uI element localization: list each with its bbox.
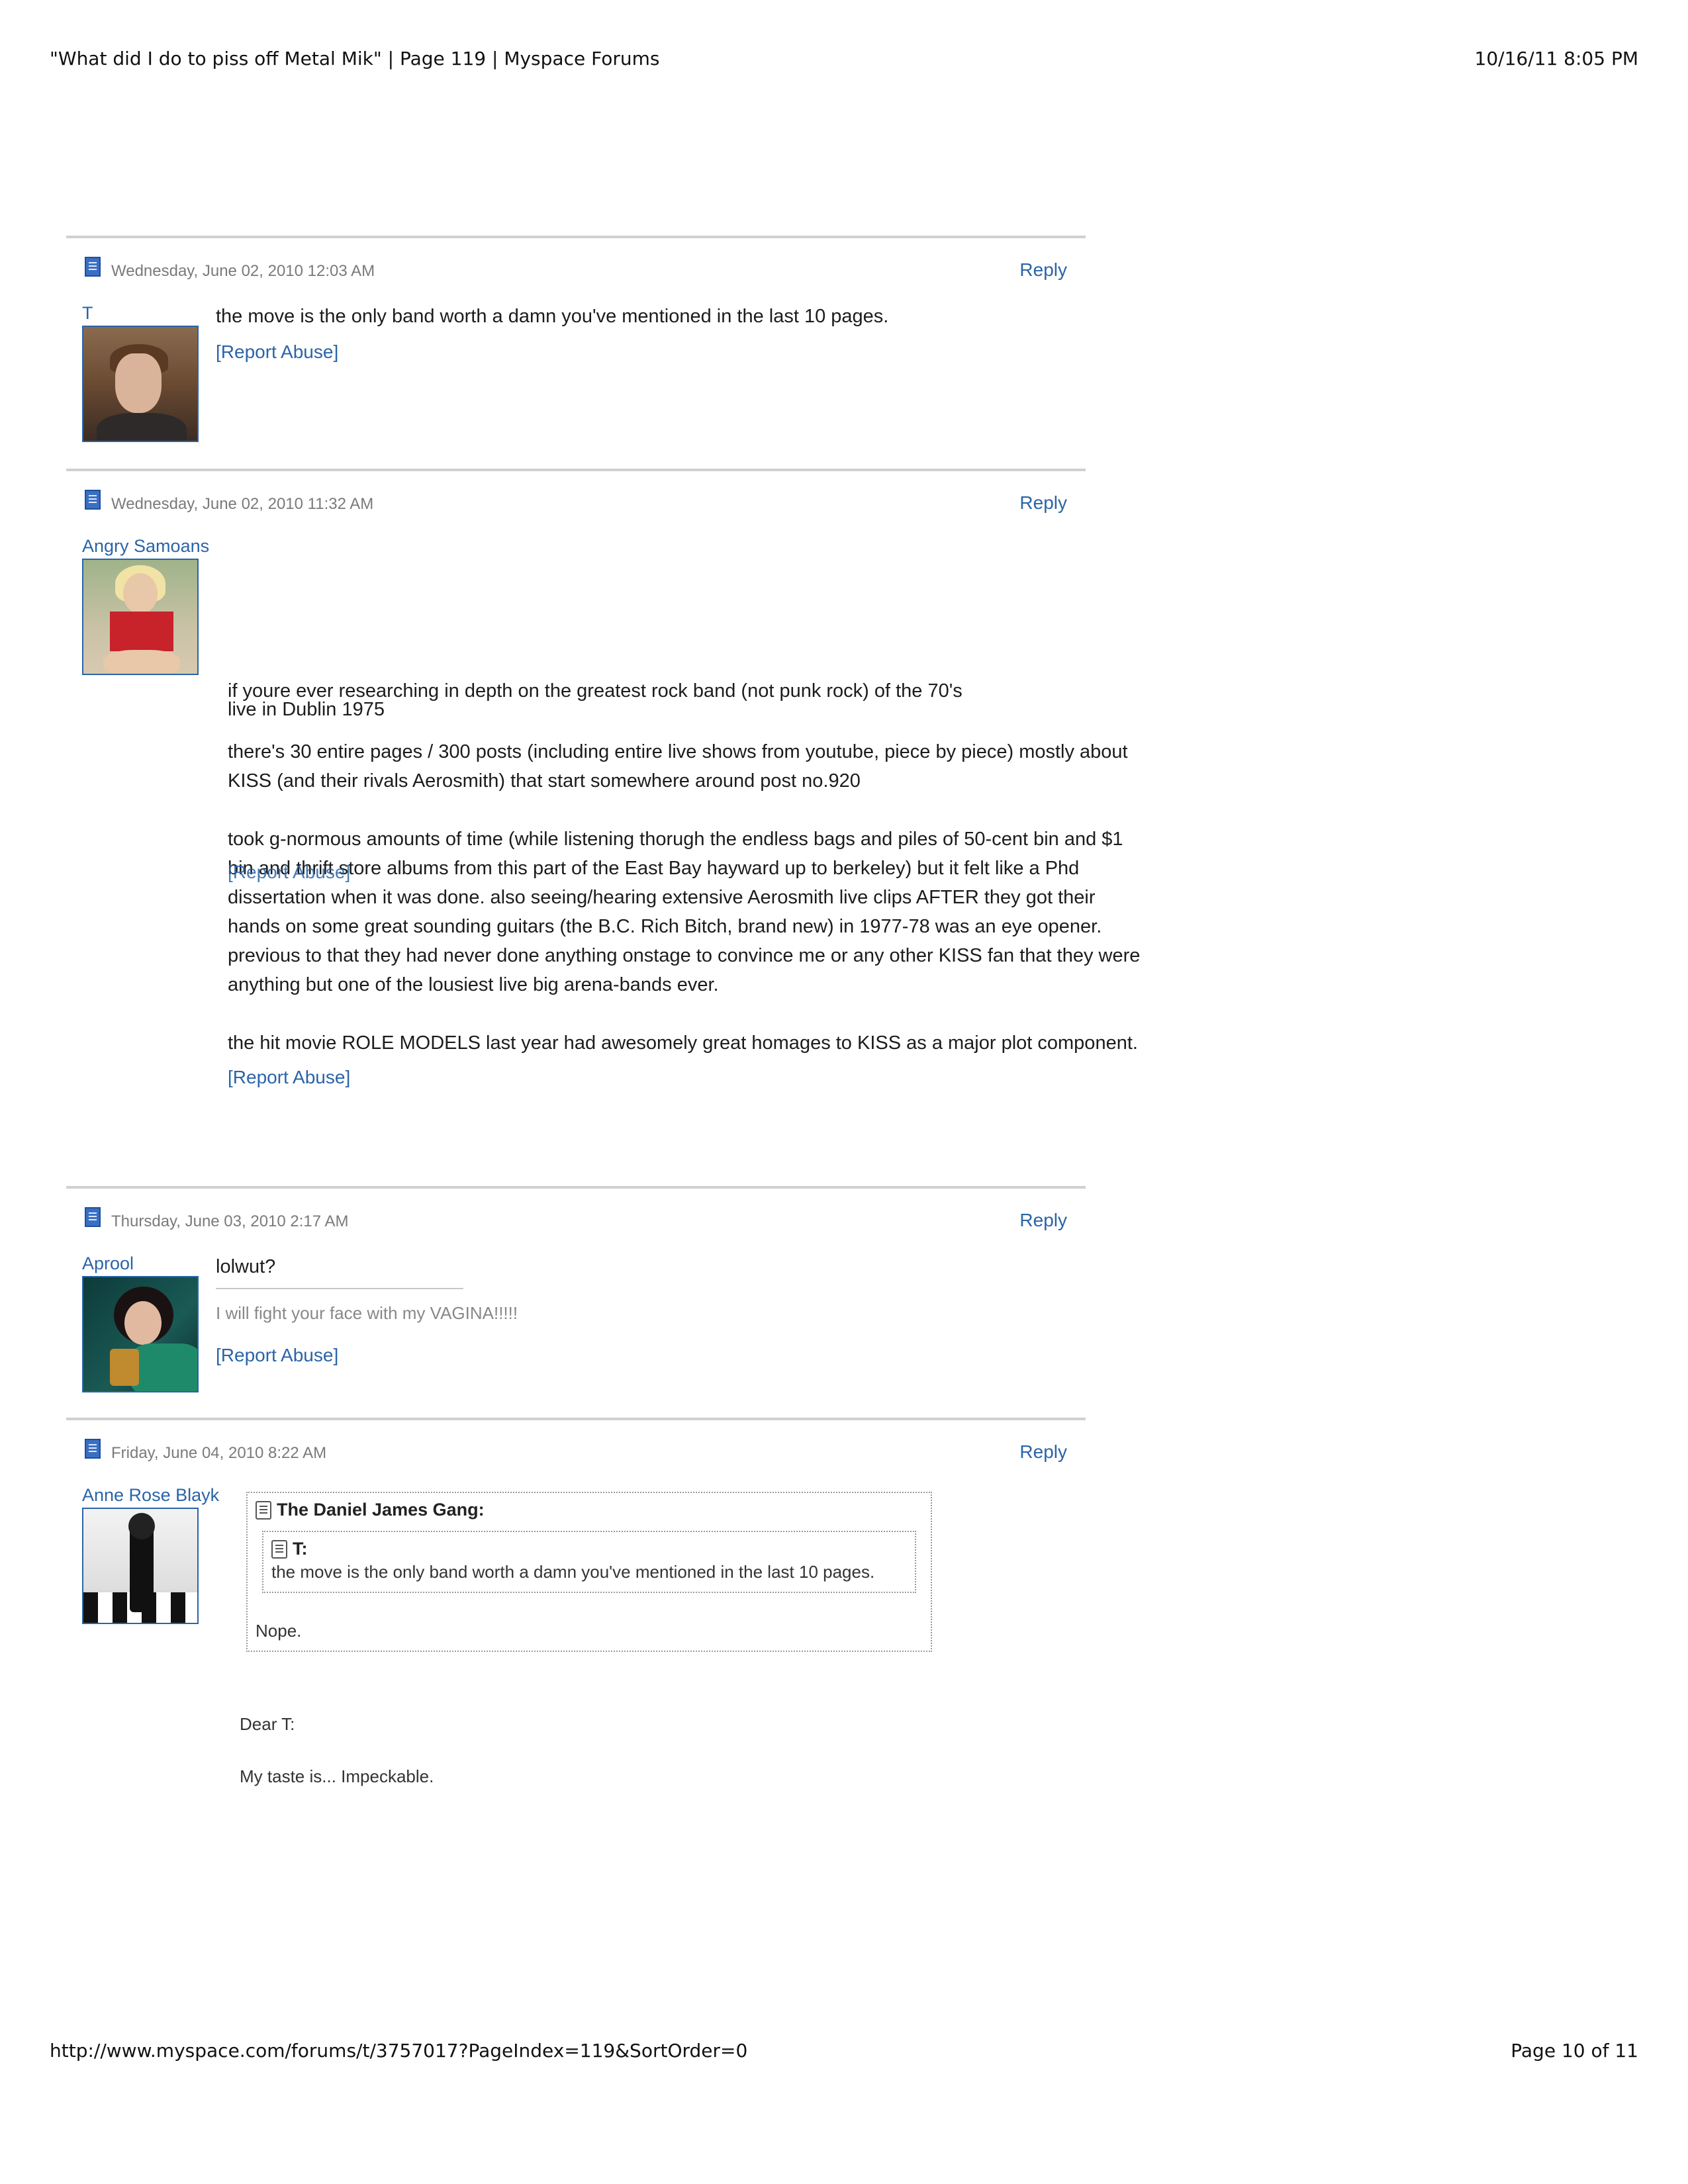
post-header: Wednesday, June 02, 2010 12:03 AM Reply xyxy=(66,238,1086,282)
quote-outer-author-row: The Daniel James Gang: xyxy=(256,1500,923,1520)
quote-icon xyxy=(256,1500,271,1520)
post-body: lolwut? I will fight your face with my V… xyxy=(216,1252,1070,1370)
post-text: the move is the only band worth a damn y… xyxy=(216,306,889,327)
print-header: "What did I do to piss off Metal Mik" | … xyxy=(50,48,1638,69)
quote-author: T: xyxy=(293,1539,308,1559)
report-abuse: [Report Abuse] xyxy=(228,1067,351,1087)
post-line: live in Dublin 1975 xyxy=(228,699,385,720)
report-abuse: [Report Abuse] xyxy=(216,1345,339,1365)
quote-text: the move is the only band worth a damn y… xyxy=(271,1562,875,1582)
post-document-icon xyxy=(85,1439,101,1459)
page-url: http://www.myspace.com/forums/t/3757017?… xyxy=(50,2040,748,2062)
post-document-icon xyxy=(85,257,101,277)
avatar[interactable] xyxy=(82,1276,199,1392)
quote-author: The Daniel James Gang: xyxy=(277,1500,485,1520)
post-paragraph: took g-normous amounts of time (while li… xyxy=(228,829,1141,995)
post-paragraph: the hit movie ROLE MODELS last year had … xyxy=(228,1032,1138,1054)
report-abuse-link[interactable]: Report Abuse xyxy=(233,862,346,882)
post-date: Wednesday, June 02, 2010 11:32 AM xyxy=(111,495,374,513)
post-date: Wednesday, June 02, 2010 12:03 AM xyxy=(111,262,375,280)
report-abuse-link[interactable]: Report Abuse xyxy=(233,1067,346,1087)
report-abuse-link[interactable]: Report Abuse xyxy=(221,1345,334,1365)
avatar[interactable] xyxy=(82,559,199,675)
post-body: if youre ever researching in depth on th… xyxy=(228,682,1141,1092)
author-name-link[interactable]: Angry Samoans xyxy=(82,535,209,557)
forum-post: Thursday, June 03, 2010 2:17 AM Reply Ap… xyxy=(66,1186,1086,1418)
quote-icon xyxy=(271,1539,287,1559)
post-header: Thursday, June 03, 2010 2:17 AM Reply xyxy=(66,1189,1086,1232)
quote-text: Nope. xyxy=(256,1621,302,1641)
quote-inner-author-row: T: xyxy=(271,1539,907,1559)
quote-inner: T: the move is the only band worth a dam… xyxy=(262,1531,916,1593)
post-line: Dear T: xyxy=(240,1714,295,1734)
reply-link[interactable]: Reply xyxy=(1019,492,1067,514)
forum-posts: Wednesday, June 02, 2010 12:03 AM Reply … xyxy=(66,236,1140,1857)
post-date: Friday, June 04, 2010 8:22 AM xyxy=(111,1444,327,1462)
forum-post: Wednesday, June 02, 2010 11:32 AM Reply … xyxy=(66,469,1140,1186)
print-datetime: 10/16/11 8:05 PM xyxy=(1474,48,1638,69)
author-name-link[interactable]: Aprool xyxy=(82,1252,199,1275)
post-body: the move is the only band worth a damn y… xyxy=(216,302,1070,367)
post-header: Friday, June 04, 2010 8:22 AM Reply xyxy=(66,1420,1086,1464)
page-title: "What did I do to piss off Metal Mik" | … xyxy=(50,48,660,69)
post-body: The Daniel James Gang: T: the move is th… xyxy=(240,1492,932,1787)
author-name-link[interactable]: Anne Rose Blayk xyxy=(82,1484,219,1506)
post-author: Aprool xyxy=(82,1252,199,1392)
forum-post: Wednesday, June 02, 2010 12:03 AM Reply … xyxy=(66,236,1086,469)
reply-link[interactable]: Reply xyxy=(1019,1210,1067,1231)
signature-divider xyxy=(216,1288,463,1289)
post-author: T xyxy=(82,302,199,442)
post-date: Thursday, June 03, 2010 2:17 AM xyxy=(111,1212,349,1230)
report-abuse-link[interactable]: Report Abuse xyxy=(221,341,334,362)
post-line: My taste is... Impeckable. xyxy=(240,1766,434,1786)
post-text: lolwut? xyxy=(216,1256,276,1277)
post-line: if youre ever researching in depth on th… xyxy=(228,680,962,702)
post-author: Anne Rose Blayk xyxy=(82,1484,219,1624)
post-document-icon xyxy=(85,1207,101,1227)
avatar[interactable] xyxy=(82,1508,199,1624)
print-footer: http://www.myspace.com/forums/t/3757017?… xyxy=(50,2040,1638,2062)
report-abuse-overlap: [Report Abuse] xyxy=(228,862,351,882)
page-number: Page 10 of 11 xyxy=(1511,2040,1638,2062)
quote-outer: The Daniel James Gang: T: the move is th… xyxy=(246,1492,932,1652)
reply-link[interactable]: Reply xyxy=(1019,1441,1067,1463)
author-name-link[interactable]: T xyxy=(82,302,199,324)
post-document-icon xyxy=(85,490,101,510)
avatar[interactable] xyxy=(82,326,199,442)
report-abuse: [Report Abuse] xyxy=(216,341,339,362)
signature: I will fight your face with my VAGINA!!!… xyxy=(216,1303,518,1323)
post-author: Angry Samoans xyxy=(82,535,209,675)
post-header: Wednesday, June 02, 2010 11:32 AM Reply xyxy=(66,471,1086,515)
post-paragraph: there's 30 entire pages / 300 posts (inc… xyxy=(228,741,1128,792)
forum-post: Friday, June 04, 2010 8:22 AM Reply Anne… xyxy=(66,1418,1086,1857)
reply-link[interactable]: Reply xyxy=(1019,259,1067,281)
